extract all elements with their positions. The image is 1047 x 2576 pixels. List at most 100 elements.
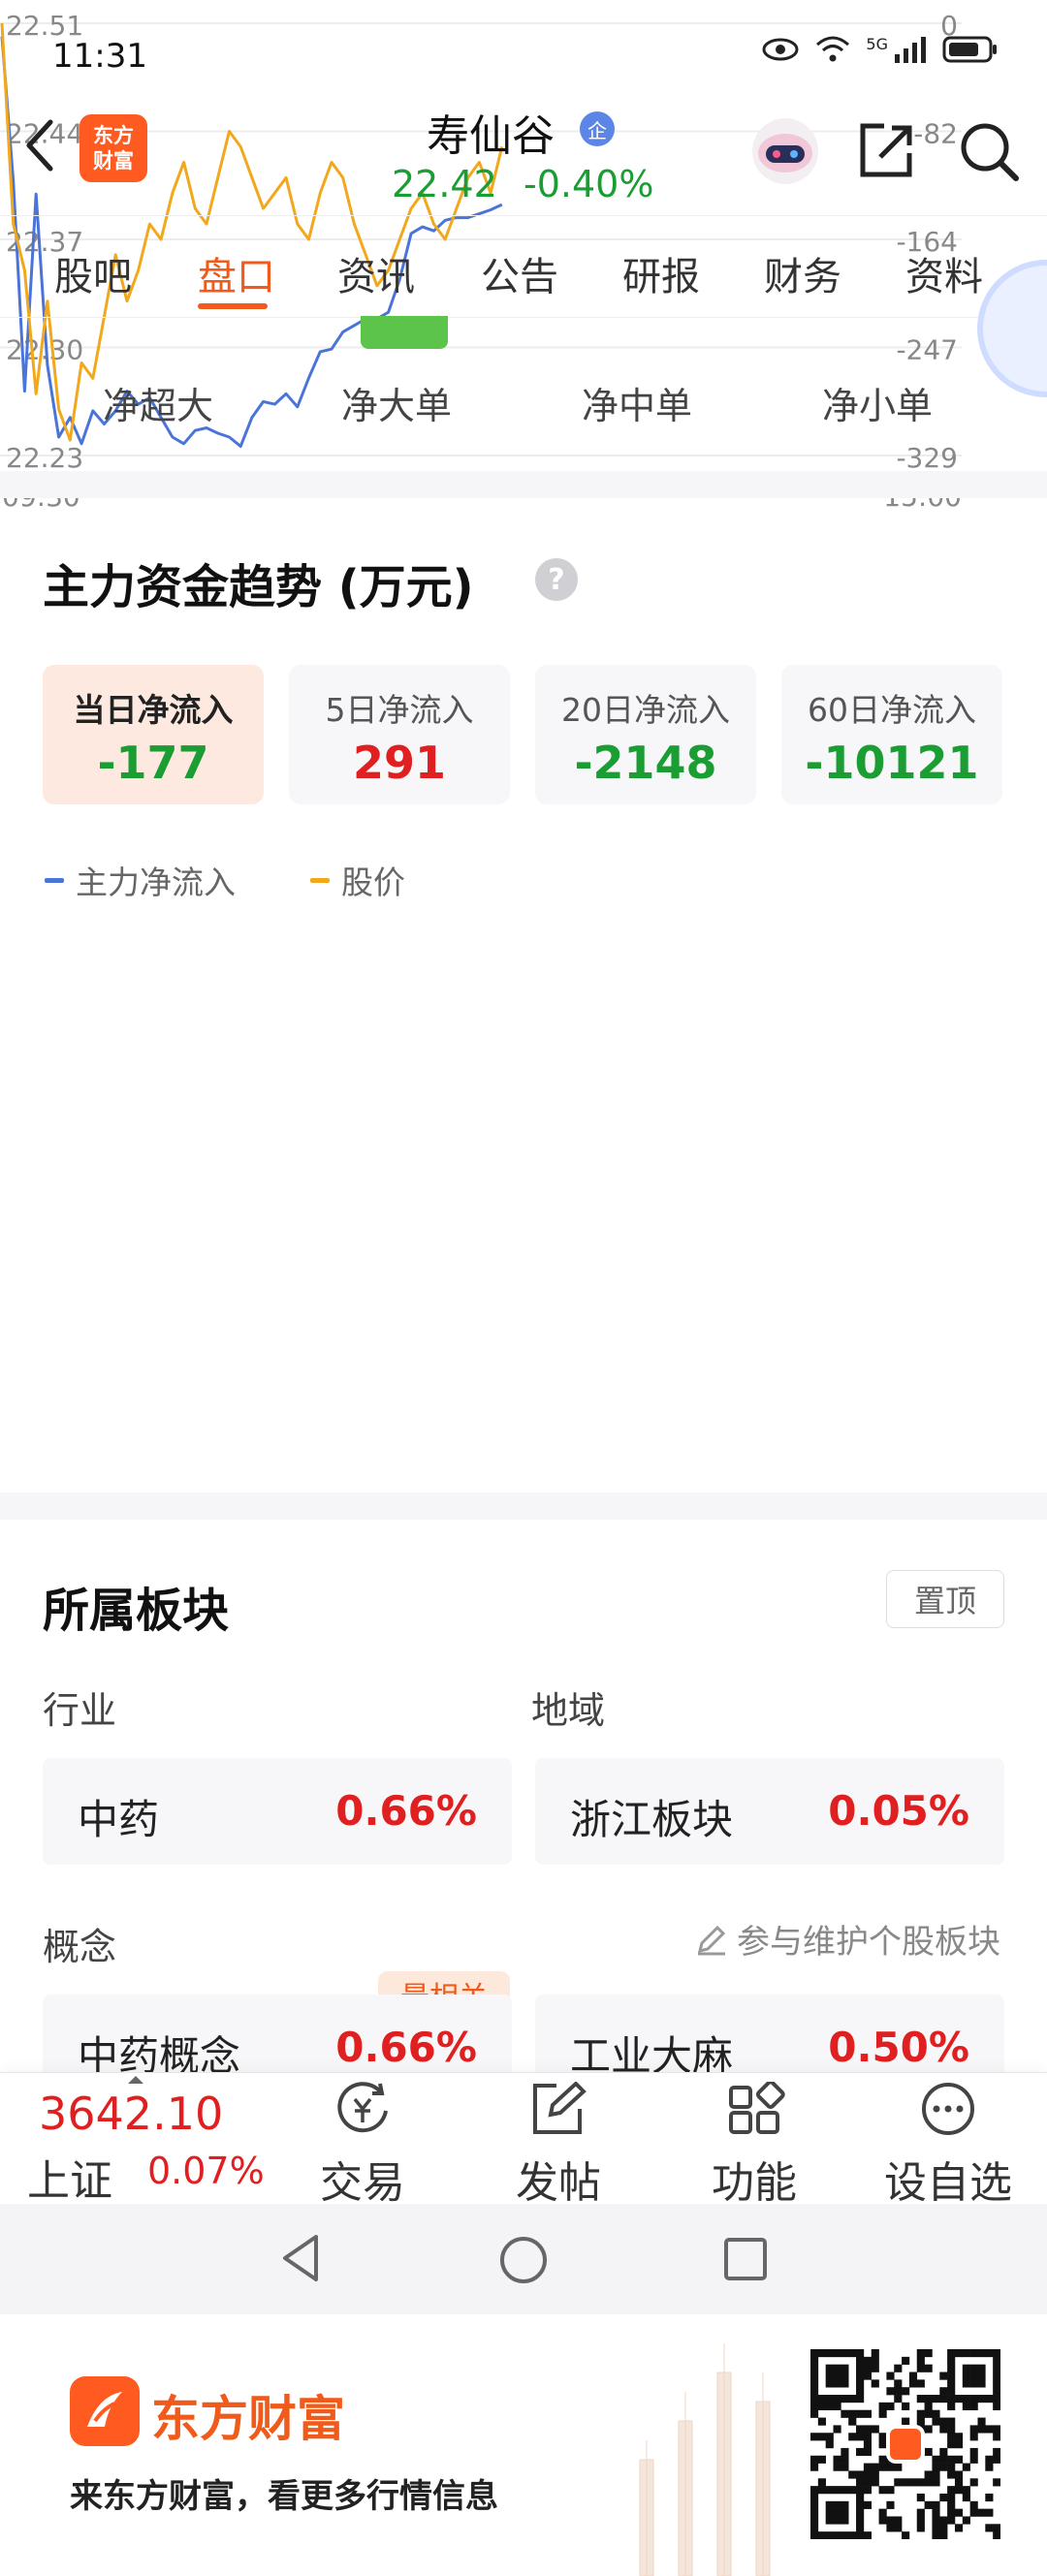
tab-research[interactable]: 研报 [622, 245, 700, 301]
status-icons: 5G [761, 35, 999, 64]
edit-icon [697, 1925, 726, 1955]
tab-guba[interactable]: 股吧 [54, 245, 132, 301]
nav-function[interactable]: 功能 [677, 2080, 832, 2210]
search-icon[interactable] [958, 120, 1020, 182]
more-icon [922, 2083, 974, 2135]
tab-bar: 股吧 盘口 资讯 公告 研报 财务 资料 [0, 215, 1047, 318]
tab-news[interactable]: 资讯 [337, 245, 415, 301]
nav-home-icon[interactable] [498, 2235, 549, 2285]
block-value: 0.66% [335, 1787, 477, 1835]
card-5day[interactable]: 5日净流入 291 [289, 665, 510, 804]
status-time: 11:31 [52, 37, 147, 76]
share-icon[interactable] [855, 120, 917, 182]
maintain-sector-link[interactable]: 参与维护个股板块 [694, 1915, 1000, 1963]
bar-stub [361, 316, 448, 349]
sector-title: 所属板块 [43, 1584, 230, 1638]
stock-name: 寿仙谷 [427, 111, 555, 161]
grid-icon [729, 2080, 785, 2134]
right-tick-label: -82 [913, 118, 958, 150]
expand-up-icon[interactable] [126, 2074, 145, 2086]
back-icon[interactable] [21, 116, 60, 174]
legend-label: 主力净流入 [76, 864, 236, 901]
card-value: -177 [97, 737, 209, 789]
right-tick-label: -329 [896, 442, 958, 474]
system-nav-bar [0, 2204, 1047, 2314]
tab-profile[interactable]: 资料 [905, 245, 983, 301]
card-60day[interactable]: 60日净流入 -10121 [781, 665, 1002, 804]
filter-super-large[interactable]: 净超大 [103, 376, 213, 429]
card-value: 291 [352, 737, 447, 789]
active-tab-indicator [198, 303, 268, 309]
card-label: 60日净流入 [808, 691, 976, 729]
pin-top-button[interactable]: 置顶 [886, 1570, 1004, 1628]
index-value[interactable]: 3642.10 [39, 2088, 223, 2140]
nav-label: 发帖 [516, 2158, 601, 2208]
tab-announcement[interactable]: 公告 [481, 245, 558, 301]
promo-slogan: 来东方财富，看更多行情信息 [70, 2477, 498, 2516]
card-today[interactable]: 当日净流入 -177 [43, 665, 264, 804]
legend-label: 股价 [341, 864, 405, 901]
region-label: 地域 [531, 1689, 606, 1732]
wifi-icon [816, 36, 850, 62]
section-divider [0, 1492, 1047, 1520]
filter-small[interactable]: 净小单 [822, 376, 933, 429]
block-name: 中药 [78, 1796, 160, 1843]
promo-brand: 东方财富 [151, 2391, 345, 2447]
nav-label: 设自选 [884, 2158, 1012, 2208]
app-logo[interactable]: 东方 财富 [79, 114, 147, 182]
block-value: 0.05% [828, 1787, 969, 1835]
index-percent[interactable]: 0.07% [147, 2150, 265, 2192]
industry-block[interactable]: 中药 0.66% [43, 1758, 512, 1865]
tab-pankou[interactable]: 盘口 [198, 245, 275, 301]
qr-code[interactable] [810, 2349, 1000, 2539]
candlestick-decoration [639, 2343, 771, 2576]
nav-post[interactable]: 发帖 [481, 2081, 636, 2210]
stock-change: -0.40% [524, 163, 654, 205]
card-label: 5日净流入 [325, 691, 474, 729]
industry-label: 行业 [43, 1689, 117, 1732]
region-block[interactable]: 浙江板块 0.05% [535, 1758, 1004, 1865]
nav-label: 功能 [712, 2158, 797, 2208]
enterprise-badge: 企 [580, 111, 615, 146]
battery-icon [942, 36, 997, 63]
app-screen: 11:31 5G 东方 财富 寿仙谷 企 22.42 -0.40% 股吧 盘口 … [0, 0, 1047, 2314]
left-tick-label: 22.23 [6, 442, 83, 474]
eye-icon [762, 38, 799, 61]
card-label: 20日净流入 [561, 691, 730, 729]
section-divider [0, 471, 1047, 498]
index-name[interactable]: 上证 [27, 2146, 112, 2208]
maintain-label: 参与维护个股板块 [737, 1923, 1000, 1962]
nav-label: 交易 [320, 2158, 405, 2208]
card-20day[interactable]: 20日净流入 -2148 [535, 665, 756, 804]
legend-swatch [310, 877, 330, 883]
brand-logo-icon [70, 2376, 140, 2446]
signal-label: 5G [866, 35, 888, 53]
trend-title: 主力资金趋势 (万元) [43, 560, 474, 614]
tab-finance[interactable]: 财务 [764, 245, 841, 301]
logo-text-2: 财富 [93, 149, 134, 173]
legend-price: 股价 [310, 857, 405, 903]
help-icon[interactable]: ? [535, 558, 578, 601]
stock-price: 22.42 [392, 163, 497, 205]
legend-main-flow: 主力净流入 [45, 857, 236, 903]
card-value: -2148 [574, 737, 717, 789]
robot-assistant-icon[interactable] [746, 116, 824, 186]
card-label: 当日净流入 [73, 691, 234, 729]
trade-icon [337, 2082, 388, 2133]
filter-medium[interactable]: 净中单 [582, 376, 692, 429]
right-tick-label: -247 [896, 334, 958, 366]
filter-large[interactable]: 净大单 [341, 376, 452, 429]
nav-add-watchlist[interactable]: 设自选 [871, 2082, 1026, 2210]
nav-recents-icon[interactable] [723, 2237, 768, 2281]
block-name: 浙江板块 [570, 1796, 734, 1843]
block-value: 0.66% [335, 2024, 477, 2071]
logo-text-1: 东方 [93, 124, 134, 147]
nav-back-icon[interactable] [279, 2233, 322, 2283]
nav-trade[interactable]: 交易 [285, 2082, 440, 2210]
block-value: 0.50% [828, 2024, 969, 2071]
concept-label: 概念 [43, 1926, 117, 1968]
promo-footer: 东方财富 来东方财富，看更多行情信息 [0, 2314, 1047, 2576]
card-value: -10121 [805, 737, 979, 789]
legend-swatch [45, 877, 64, 883]
signal-icon [895, 37, 926, 63]
